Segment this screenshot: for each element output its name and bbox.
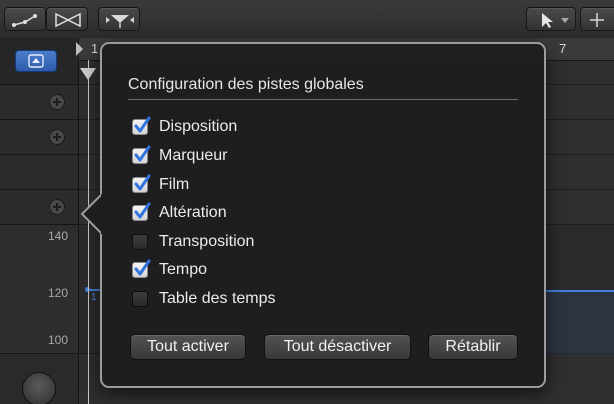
- checkbox-alteration[interactable]: [132, 202, 151, 221]
- toolbar: [0, 0, 614, 39]
- add-track-icon[interactable]: [49, 199, 65, 215]
- option-film[interactable]: Film: [132, 174, 190, 195]
- logic-window: 140 120 100 1 7 1 Configuration des pist…: [0, 0, 614, 404]
- reset-button[interactable]: Rétablir: [428, 334, 518, 360]
- checkmark-icon: [134, 202, 151, 219]
- crossfade-button[interactable]: [46, 7, 88, 31]
- checkmark-icon: [134, 145, 151, 162]
- checkbox-table-des-temps[interactable]: [132, 291, 148, 307]
- automation-curve-icon: [12, 14, 37, 27]
- option-label: Altération: [159, 204, 227, 221]
- popover-title: Configuration des pistes globales: [128, 76, 364, 93]
- checkbox-marqueur[interactable]: [132, 145, 151, 164]
- tempo-scale-low: 100: [48, 333, 69, 347]
- option-label: Table des temps: [159, 290, 276, 307]
- pointer-tool-menu[interactable]: [526, 7, 576, 31]
- tempo-curve-fill: [544, 292, 614, 354]
- option-label: Film: [159, 176, 190, 193]
- cycle-start-icon: [76, 42, 83, 56]
- tempo-scale-high: 140: [48, 229, 69, 243]
- checkbox-tempo[interactable]: [132, 259, 151, 278]
- checkmark-icon: [134, 116, 151, 133]
- global-track-row: [0, 155, 78, 190]
- tempo-marker-label: 1: [91, 292, 97, 303]
- crosshair-tool-menu[interactable]: [580, 7, 614, 31]
- knob-icon[interactable]: [22, 372, 56, 404]
- global-track-row: [0, 85, 78, 120]
- option-marqueur[interactable]: Marqueur: [132, 145, 228, 166]
- global-tracks-header: [0, 38, 78, 85]
- automation-curve-button[interactable]: [4, 7, 46, 31]
- option-tempo[interactable]: Tempo: [132, 259, 208, 280]
- option-table-des-temps[interactable]: Table des temps: [132, 289, 276, 309]
- flex-icon: [106, 15, 134, 28]
- checkbox-transposition[interactable]: [132, 234, 148, 250]
- ruler-bar-start: 1: [91, 41, 99, 56]
- ruler-bar-end: 7: [559, 41, 567, 56]
- option-transposition[interactable]: Transposition: [132, 232, 254, 252]
- disable-all-button[interactable]: Tout désactiver: [264, 334, 411, 360]
- checkmark-icon: [134, 174, 151, 191]
- option-label: Disposition: [159, 118, 238, 135]
- add-track-icon[interactable]: [49, 129, 65, 145]
- crosshair-tool-icon: [590, 13, 604, 27]
- option-alteration[interactable]: Altération: [132, 202, 227, 223]
- global-tracks-config-popover: Configuration des pistes globales Dispos…: [100, 42, 546, 388]
- add-track-icon[interactable]: [49, 94, 65, 110]
- tempo-curve[interactable]: [544, 290, 614, 292]
- pointer-tool-icon: [542, 13, 569, 28]
- checkmark-icon: [134, 259, 151, 276]
- tempo-curve-start: [87, 289, 101, 291]
- option-label: Transposition: [159, 233, 255, 250]
- popover-divider: [128, 99, 518, 100]
- global-tracks-button[interactable]: [15, 50, 57, 72]
- global-tracks-icon: [28, 54, 44, 68]
- global-track-row: [0, 190, 78, 225]
- playhead-line: [88, 60, 89, 404]
- crossfade-icon: [55, 12, 81, 28]
- tempo-track-header: 140 120 100: [0, 225, 78, 354]
- global-track-headers: 140 120 100: [0, 38, 79, 404]
- tempo-scale-mid: 120: [48, 286, 69, 300]
- global-track-row: [0, 120, 78, 155]
- flex-button[interactable]: [98, 7, 140, 31]
- playhead-handle[interactable]: [80, 68, 96, 80]
- option-label: Tempo: [159, 261, 208, 278]
- option-label: Marqueur: [159, 147, 228, 164]
- checkbox-film[interactable]: [132, 174, 151, 193]
- option-disposition[interactable]: Disposition: [132, 116, 238, 137]
- enable-all-button[interactable]: Tout activer: [130, 334, 246, 360]
- checkbox-disposition[interactable]: [132, 116, 151, 135]
